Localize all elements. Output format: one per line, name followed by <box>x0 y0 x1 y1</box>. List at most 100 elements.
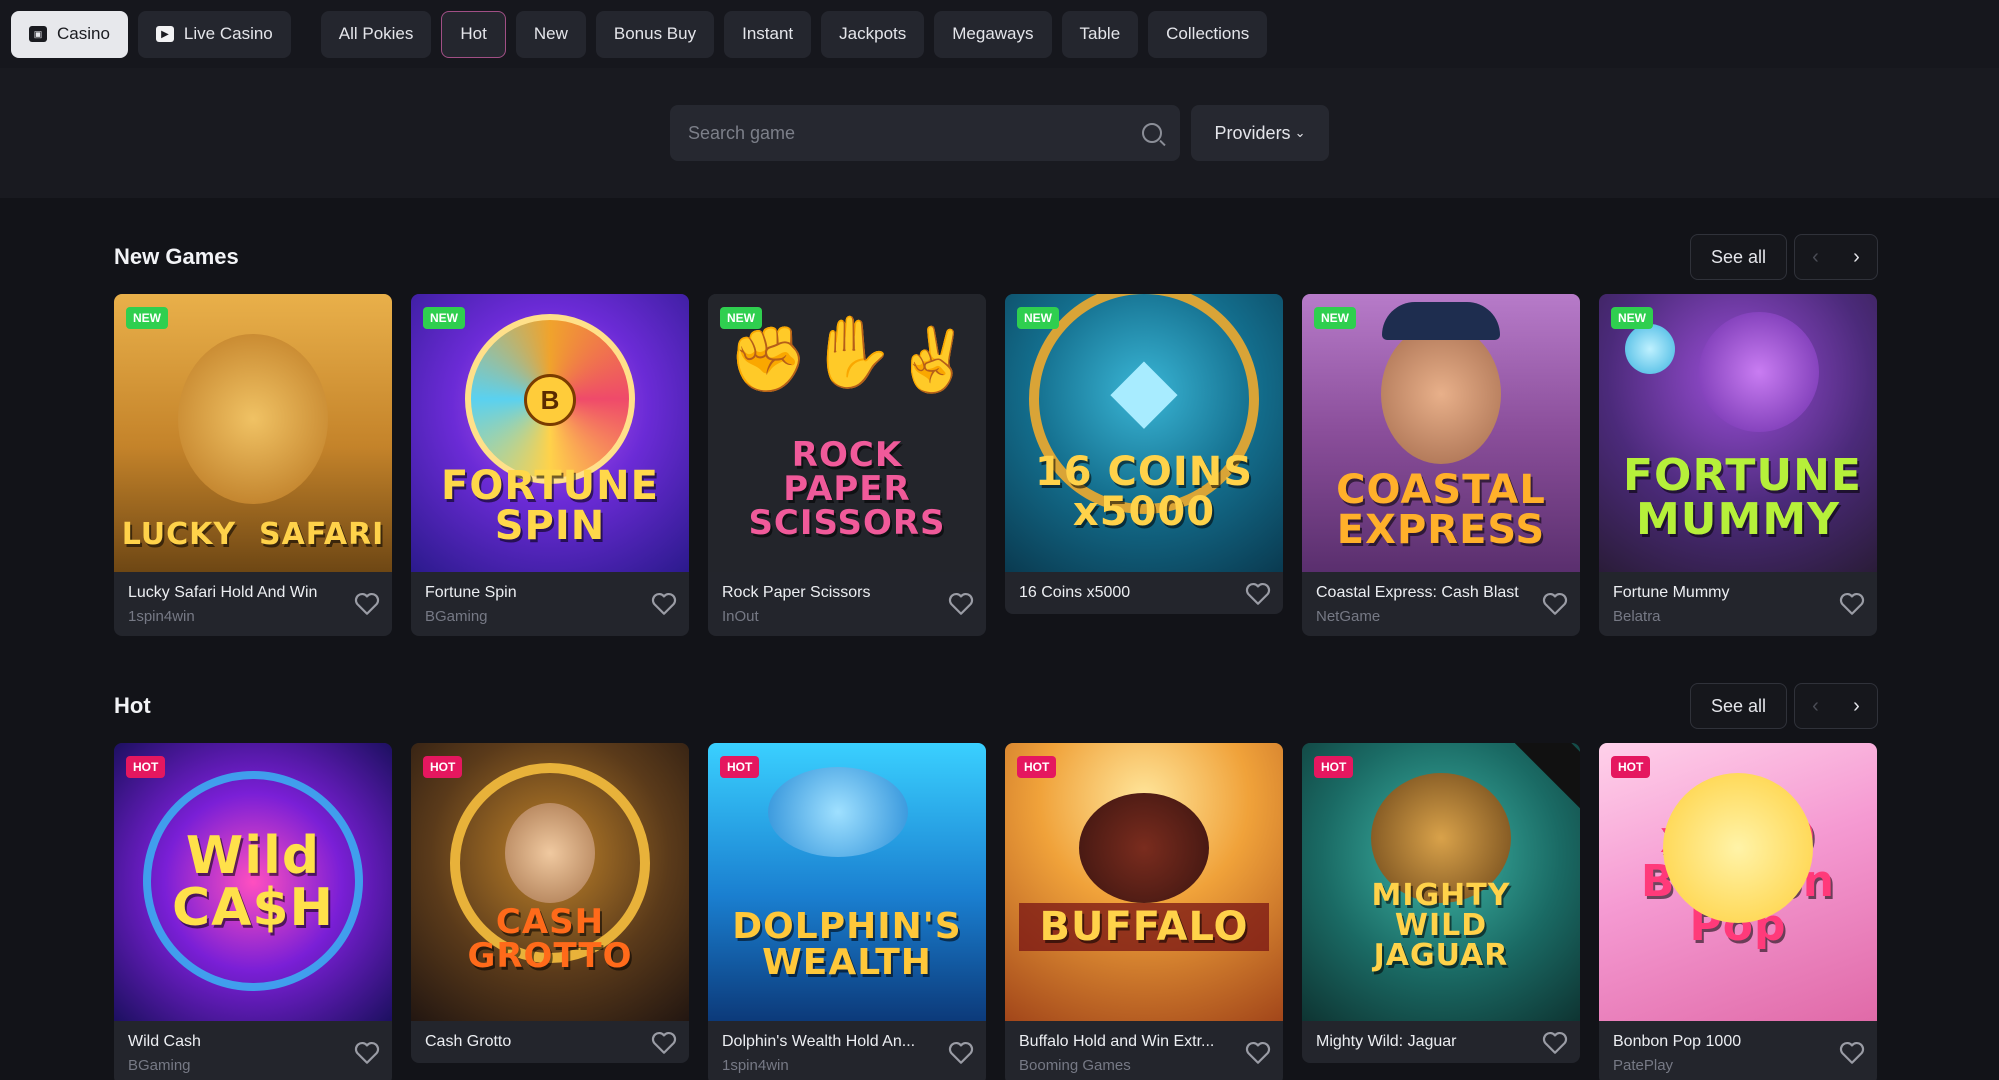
game-card[interactable]: Wild CA$H HOT Wild Cash BGaming <box>114 743 392 1080</box>
game-thumbnail[interactable]: LUCKY SAFARI NEW <box>114 294 392 572</box>
game-card[interactable]: FORTUNE MUMMY NEW Fortune Mummy Belatra <box>1599 294 1877 636</box>
game-logo: CASH GROTTO <box>467 902 633 976</box>
game-card[interactable]: B FORTUNE SPIN NEW Fortune Spin BGaming <box>411 294 689 636</box>
game-info: Bonbon Pop 1000 PatePlay <box>1599 1021 1877 1080</box>
game-name: Fortune Spin <box>425 584 517 601</box>
new-badge: NEW <box>1017 307 1059 329</box>
game-card[interactable]: ✊ ✋ ✌ ROCK PAPER SCISSORS NEW Rock Paper… <box>708 294 986 636</box>
chevron-left-icon[interactable]: ‹ <box>1812 246 1819 269</box>
game-logo: 16 COINS x5000 <box>1034 449 1254 535</box>
game-name: Mighty Wild: Jaguar <box>1316 1033 1457 1050</box>
chevron-right-icon[interactable]: › <box>1853 695 1860 718</box>
diamond-icon: ◆ <box>1110 338 1178 437</box>
chevron-left-icon[interactable]: ‹ <box>1812 695 1819 718</box>
see-all-button[interactable]: See all <box>1689 683 1787 729</box>
conductor-hat <box>1382 302 1500 340</box>
tab-megaways[interactable]: Megaways <box>934 10 1052 58</box>
heart-icon[interactable] <box>1839 1041 1865 1065</box>
top-nav: ▣ Casino ▶ Live Casino All Pokies Hot Ne… <box>0 0 1999 68</box>
game-card[interactable]: BUFFALO HOT Buffalo Hold and Win Extr...… <box>1005 743 1283 1080</box>
game-info: Cash Grotto <box>411 1021 689 1063</box>
game-logo: FORTUNE SPIN <box>441 463 659 549</box>
game-name: Cash Grotto <box>425 1033 512 1050</box>
game-info: Fortune Spin BGaming <box>411 572 689 636</box>
game-thumbnail[interactable]: ✊ ✋ ✌ ROCK PAPER SCISSORS NEW <box>708 294 986 572</box>
tab-all-pokies[interactable]: All Pokies <box>320 10 432 58</box>
game-logo: ROCK PAPER SCISSORS <box>748 435 946 543</box>
chevron-right-icon[interactable]: › <box>1853 246 1860 269</box>
tab-jackpots[interactable]: Jackpots <box>821 10 925 58</box>
heart-icon[interactable] <box>1542 592 1568 616</box>
game-card[interactable]: COASTAL EXPRESS NEW Coastal Express: Cas… <box>1302 294 1580 636</box>
game-thumbnail[interactable]: COASTAL EXPRESS NEW <box>1302 294 1580 572</box>
heart-icon[interactable] <box>651 592 677 616</box>
game-card[interactable]: DOLPHIN'S WEALTH HOT Dolphin's Wealth Ho… <box>708 743 986 1080</box>
game-thumbnail[interactable]: ◆ 16 COINS x5000 NEW <box>1005 294 1283 572</box>
game-name: Wild Cash <box>128 1033 201 1050</box>
live-casino-tab[interactable]: ▶ Live Casino <box>137 10 291 58</box>
providers-dropdown[interactable]: Providers ⌄ <box>1191 105 1329 161</box>
search-box <box>670 105 1180 161</box>
game-thumbnail[interactable]: x1000 Bonbon Pop HOT <box>1599 743 1877 1021</box>
hand-fist-icon: ✊ <box>728 323 808 395</box>
hand-paper-icon: ✋ <box>808 313 896 391</box>
game-logo: LUCKY SAFARI <box>121 517 385 552</box>
heart-icon[interactable] <box>354 592 380 616</box>
search-band: Providers ⌄ <box>0 68 1999 198</box>
game-card[interactable]: x1000 Bonbon Pop HOT Bonbon Pop 1000 Pat… <box>1599 743 1877 1080</box>
heart-icon[interactable] <box>1839 592 1865 616</box>
heart-icon[interactable] <box>948 1041 974 1065</box>
game-logo: MIGHTY WILD JAGUAR <box>1371 878 1511 973</box>
heart-icon[interactable] <box>1542 1031 1568 1055</box>
tab-bonus-buy[interactable]: Bonus Buy <box>595 10 715 58</box>
see-all-button[interactable]: See all <box>1689 234 1787 280</box>
casino-icon: ▣ <box>29 26 47 42</box>
heart-icon[interactable] <box>1245 1041 1271 1065</box>
heart-icon[interactable] <box>1245 582 1271 606</box>
game-thumbnail[interactable]: CASH GROTTO HOT <box>411 743 689 1021</box>
hot-section: Hot See all ‹ › Wild CA$H HOT Wild Cash … <box>114 683 1878 1080</box>
game-info: Buffalo Hold and Win Extr... Booming Gam… <box>1005 1021 1283 1080</box>
game-thumbnail[interactable]: FORTUNE MUMMY NEW <box>1599 294 1877 572</box>
casino-tab[interactable]: ▣ Casino <box>11 10 128 58</box>
game-provider: BGaming <box>128 1057 191 1074</box>
heart-icon[interactable] <box>948 592 974 616</box>
heart-icon[interactable] <box>354 1041 380 1065</box>
tab-hot[interactable]: Hot <box>441 10 506 58</box>
game-card[interactable]: MIGHTY WILD JAGUAR HOT Mighty Wild: Jagu… <box>1302 743 1580 1063</box>
game-card[interactable]: ◆ 16 COINS x5000 NEW 16 Coins x5000 <box>1005 294 1283 614</box>
live-casino-label: Live Casino <box>183 24 273 43</box>
game-thumbnail[interactable]: DOLPHIN'S WEALTH HOT <box>708 743 986 1021</box>
game-provider: InOut <box>722 608 759 625</box>
game-thumbnail[interactable]: MIGHTY WILD JAGUAR HOT <box>1302 743 1580 1021</box>
corner-ribbon <box>1488 743 1580 810</box>
tab-new[interactable]: New <box>515 10 586 58</box>
game-provider: 1spin4win <box>128 608 195 625</box>
game-thumbnail[interactable]: B FORTUNE SPIN NEW <box>411 294 689 572</box>
game-provider: Booming Games <box>1019 1057 1131 1074</box>
new-games-section: New Games See all ‹ › LUCKY SAFARI NEW L… <box>114 234 1878 636</box>
game-name: Dolphin's Wealth Hold An... <box>722 1033 916 1050</box>
game-provider: BGaming <box>425 608 488 625</box>
tab-table[interactable]: Table <box>1061 10 1139 58</box>
game-name: Coastal Express: Cash Blast <box>1316 584 1519 601</box>
game-logo: COASTAL EXPRESS <box>1336 467 1546 553</box>
new-badge: NEW <box>126 307 168 329</box>
game-logo: DOLPHIN'S WEALTH <box>732 906 962 983</box>
game-info: 16 Coins x5000 <box>1005 572 1283 614</box>
game-card[interactable]: LUCKY SAFARI NEW Lucky Safari Hold And W… <box>114 294 392 636</box>
search-input[interactable] <box>688 122 1128 144</box>
tab-instant[interactable]: Instant <box>724 10 812 58</box>
game-thumbnail[interactable]: Wild CA$H HOT <box>114 743 392 1021</box>
hot-badge: HOT <box>126 756 166 778</box>
tab-collections[interactable]: Collections <box>1148 10 1268 58</box>
heart-icon[interactable] <box>651 1031 677 1055</box>
game-provider: Belatra <box>1613 608 1661 625</box>
game-provider: PatePlay <box>1613 1057 1674 1074</box>
game-card[interactable]: CASH GROTTO HOT Cash Grotto <box>411 743 689 1063</box>
game-thumbnail[interactable]: BUFFALO HOT <box>1005 743 1283 1021</box>
search-icon[interactable] <box>1142 123 1162 143</box>
section-title: Hot <box>114 693 151 718</box>
game-logo: BUFFALO <box>1019 903 1269 951</box>
new-badge: NEW <box>423 307 465 329</box>
